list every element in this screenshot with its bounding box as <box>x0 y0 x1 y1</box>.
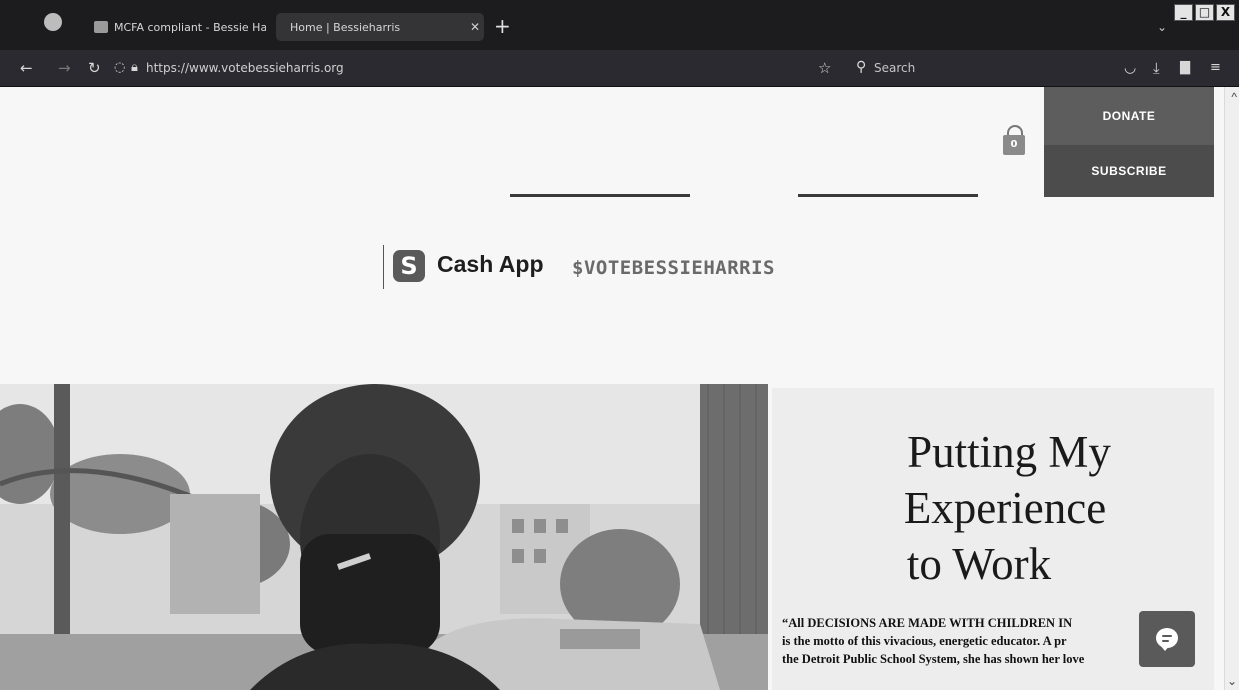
web-page: 0 DONATE SUBSCRIBE S Cash App $VOTEBESSI… <box>0 87 1239 690</box>
close-window-button[interactable]: X <box>1216 4 1235 21</box>
new-tab-button[interactable]: + <box>494 16 511 36</box>
scroll-down-arrow-icon[interactable]: ⌄ <box>1227 674 1237 688</box>
cart-count: 0 <box>1003 135 1025 155</box>
chat-icon <box>1156 628 1178 651</box>
hero-headline: to Work <box>906 539 1052 589</box>
tab-title: MCFA compliant - Bessie Harris - ... <box>114 20 266 34</box>
donate-button[interactable]: DONATE <box>1044 87 1214 145</box>
reader-icon[interactable]: ▇ <box>1180 59 1190 77</box>
pocket-icon[interactable]: ◡ <box>1124 59 1136 77</box>
bookmark-star-icon[interactable]: ☆ <box>818 59 831 77</box>
cashtag[interactable]: $VOTEBESSIEHARRIS <box>572 257 775 279</box>
window-controls: _ □ X <box>1174 4 1235 21</box>
chat-button[interactable] <box>1139 611 1195 667</box>
tab-home-active[interactable]: Home | Bessieharris ✕ <box>276 13 484 41</box>
close-tab-icon[interactable]: ✕ <box>466 20 484 34</box>
browser-nav-bar: ← → ↻ ◌ 🔒︎ https://www.votebessieharris.… <box>0 50 1239 87</box>
back-arrow-icon[interactable]: ← <box>20 59 33 77</box>
search-icon: ⚲ <box>856 59 867 75</box>
nav-underline <box>510 194 690 197</box>
scroll-up-arrow-icon[interactable]: ^ <box>1231 90 1237 104</box>
lock-icon[interactable]: 🔒︎ <box>131 59 138 77</box>
tab-favicon-icon <box>94 21 108 33</box>
hero-photo <box>0 384 768 690</box>
chevron-down-icon[interactable]: ⌄ <box>1157 20 1167 34</box>
hero-headline: Experience <box>903 483 1107 533</box>
maximize-button[interactable]: □ <box>1195 4 1214 21</box>
shield-icon[interactable]: ◌ <box>114 59 125 77</box>
cashapp-divider <box>383 245 384 289</box>
reload-icon[interactable]: ↻ <box>88 59 101 77</box>
browser-app-icon <box>44 13 62 31</box>
url-bar[interactable]: https://www.votebessieharris.org <box>146 61 344 75</box>
tab-title: Home | Bessieharris <box>290 20 401 34</box>
chat-icon-line <box>1162 640 1169 642</box>
extensions-icon[interactable]: ≡ <box>1210 59 1221 77</box>
cashapp-name[interactable]: Cash App <box>437 251 544 278</box>
chat-icon-line <box>1162 635 1172 637</box>
forward-arrow-icon[interactable]: → <box>58 59 71 77</box>
download-icon[interactable]: ⤓ <box>1153 59 1160 77</box>
hero-photo-illustration <box>0 384 768 690</box>
scrollbar[interactable]: ^ ⌄ <box>1224 87 1239 690</box>
cashapp-logo-icon[interactable]: S <box>393 250 425 282</box>
tab-mcfa[interactable]: MCFA compliant - Bessie Harris - ... <box>86 13 266 41</box>
cart-icon[interactable]: 0 <box>1003 125 1025 155</box>
hero-headline: Putting My <box>907 427 1111 477</box>
minimize-button[interactable]: _ <box>1174 4 1193 21</box>
browser-tab-bar: MCFA compliant - Bessie Harris - ... Hom… <box>0 0 1239 50</box>
nav-underline <box>798 194 978 197</box>
subscribe-button[interactable]: SUBSCRIBE <box>1044 145 1214 197</box>
search-input[interactable]: Search <box>874 61 915 75</box>
